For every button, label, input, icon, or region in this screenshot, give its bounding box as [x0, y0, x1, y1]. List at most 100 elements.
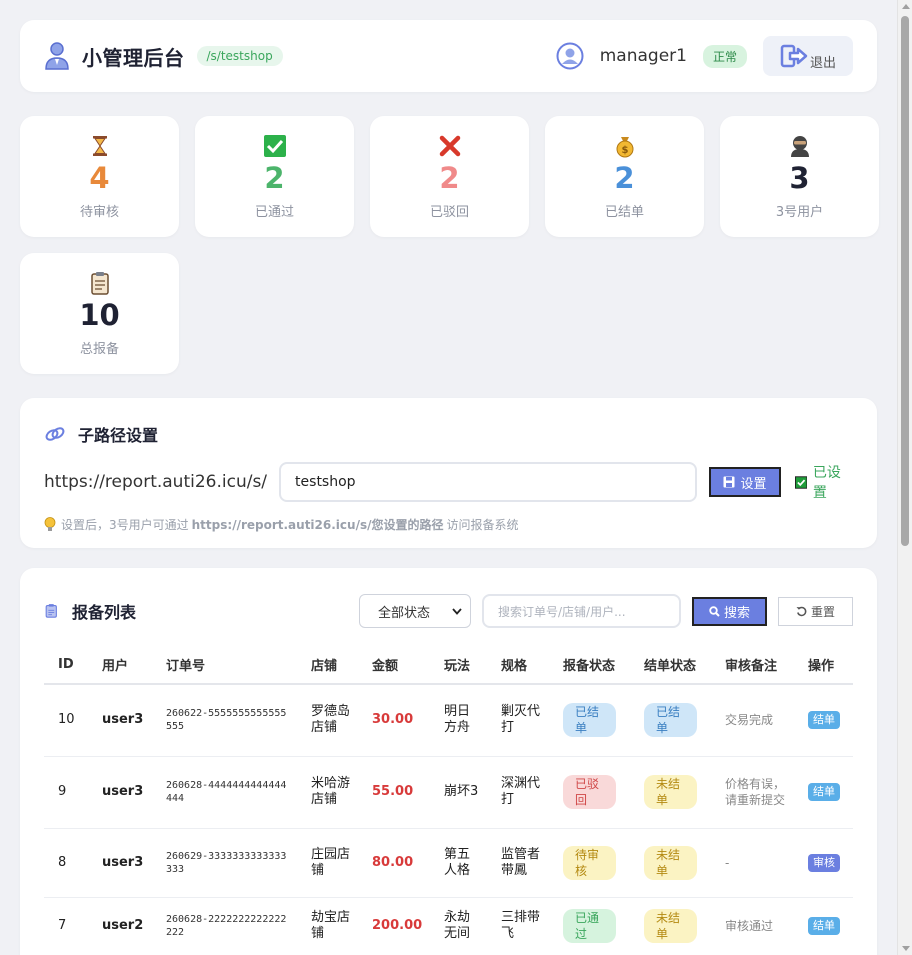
cell-play: 第五人格 [430, 828, 487, 898]
ninja-icon [790, 136, 809, 157]
cell-note: 交易完成 [711, 684, 794, 757]
column-header: 订单号 [152, 646, 297, 685]
subpath-title: 子路径设置 [78, 426, 159, 445]
cell-report-status: 已结单 [549, 684, 630, 757]
money-bag-icon: $ [616, 137, 633, 158]
column-header: ID [44, 646, 88, 685]
stat-label: 总报备 [79, 342, 119, 357]
section-title: 报备列表 [44, 599, 136, 623]
section-title: 子路径设置 [44, 422, 853, 446]
page-scrollbar[interactable] [897, 0, 912, 955]
app-title: 小管理后台 [82, 45, 185, 70]
subpath-tip: 设置后，3号用户可通过 https://report.auti26.icu/s/… [44, 516, 853, 533]
tip-text-before: 设置后，3号用户可通过 [61, 518, 189, 532]
scroll-up-arrow-icon[interactable] [902, 4, 910, 9]
set-button-label: 设置 [740, 476, 767, 492]
search-button-label: 搜索 [723, 605, 750, 621]
column-header: 用户 [88, 646, 152, 685]
reset-button[interactable]: 重置 [778, 596, 853, 626]
search-button[interactable]: 搜索 [692, 596, 767, 626]
cell-order: 260622-5555555555555555 [152, 684, 297, 757]
stat-card-approved: 2 已通过 [195, 116, 354, 237]
cell-amount: 80.00 [358, 828, 430, 898]
set-button[interactable]: 设置 [709, 467, 781, 497]
cell-report-status: 已通过 [549, 897, 630, 955]
scroll-down-arrow-icon[interactable] [902, 946, 910, 951]
cell-user: user2 [88, 897, 152, 955]
cell-id: 10 [44, 684, 88, 757]
column-header: 玩法 [430, 646, 487, 685]
set-status: 已设置 [794, 462, 853, 502]
admin-user-icon [45, 42, 69, 70]
cell-order: 260628-4444444444444444 [152, 756, 297, 829]
list-toolbar: 报备列表 全部状态 搜索订单号/店铺/用户... 搜索 重置 [44, 594, 853, 628]
subpath-input[interactable]: testshop [279, 462, 698, 502]
clipboard-icon [45, 604, 57, 618]
stat-label: 已通过 [254, 205, 294, 220]
close-status-badge: 已结单 [644, 703, 697, 738]
stat-value: 10 [79, 298, 120, 332]
tip-url: https://report.auti26.icu/s/您设置的路径 [191, 518, 444, 532]
report-list-card: 报备列表 全部状态 搜索订单号/店铺/用户... 搜索 重置 ID 用户 订单号… [20, 568, 877, 955]
cell-play: 永劫无间 [430, 897, 487, 955]
clipboard-icon [90, 272, 109, 295]
cell-user: user3 [88, 684, 152, 757]
column-header: 金额 [358, 646, 430, 685]
cell-spec: 三排带飞 [487, 897, 549, 955]
search-input[interactable]: 搜索订单号/店铺/用户... [482, 594, 681, 628]
table-row: 7 user2 260628-2222222222222222 劫宝店铺 200… [44, 897, 853, 955]
column-header: 报备状态 [549, 646, 630, 685]
cell-shop: 罗德岛店铺 [297, 684, 358, 757]
status-filter-select[interactable]: 全部状态 [359, 594, 471, 628]
table-row: 9 user3 260628-4444444444444444 米哈游店铺 55… [44, 756, 853, 829]
checkbox-checked-icon [794, 475, 807, 489]
path-badge: /s/testshop [196, 46, 283, 66]
cell-user: user3 [88, 756, 152, 829]
cell-report-status: 待审核 [549, 828, 630, 898]
close-order-button[interactable]: 结单 [808, 711, 840, 730]
cell-note: 价格有误，请重新提交 [711, 756, 794, 829]
cell-action: 结单 [794, 756, 853, 829]
cell-spec: 深渊代打 [487, 756, 549, 829]
cell-action: 结单 [794, 684, 853, 757]
review-button[interactable]: 审核 [808, 853, 840, 872]
url-prefix: https://report.auti26.icu/s/ [44, 472, 268, 492]
stat-label: 已驳回 [429, 205, 469, 220]
cell-order: 260629-3333333333333333 [152, 828, 297, 898]
cell-close-status: 未结单 [630, 828, 711, 898]
table-header-row: ID 用户 订单号 店铺 金额 玩法 规格 报备状态 结单状态 审核备注 操作 [44, 646, 853, 685]
logout-icon [780, 44, 808, 68]
scrollbar-thumb[interactable] [901, 16, 909, 546]
lightbulb-icon [44, 517, 56, 531]
search-icon [709, 605, 720, 617]
user-avatar-icon [556, 42, 584, 70]
column-header: 操作 [794, 646, 853, 685]
cell-amount: 55.00 [358, 756, 430, 829]
table-row: 10 user3 260622-5555555555555555 罗德岛店铺 3… [44, 684, 853, 757]
hourglass-icon [92, 136, 107, 156]
cell-action: 结单 [794, 897, 853, 955]
stat-label: 3号用户 [775, 205, 824, 220]
close-order-button[interactable]: 结单 [808, 917, 840, 935]
svg-text:$: $ [621, 145, 628, 156]
chevron-down-icon [452, 607, 462, 615]
cell-note: - [711, 828, 794, 898]
table-row: 8 user3 260629-3333333333333333 庄园店铺 80.… [44, 828, 853, 898]
stat-label: 已结单 [604, 205, 644, 220]
logout-button[interactable]: 退出 [763, 36, 853, 76]
reset-button-label: 重置 [810, 604, 835, 619]
close-order-button[interactable]: 结单 [808, 783, 840, 801]
list-title: 报备列表 [72, 603, 137, 622]
cell-user: user3 [88, 828, 152, 898]
cell-play: 崩坏3 [430, 756, 487, 829]
cell-play: 明日方舟 [430, 684, 487, 757]
cell-amount: 200.00 [358, 897, 430, 955]
report-status-badge: 已通过 [563, 909, 616, 943]
cell-id: 9 [44, 756, 88, 829]
check-icon [263, 135, 286, 157]
column-header: 结单状态 [630, 646, 711, 685]
cell-id: 7 [44, 897, 88, 955]
tip-text-after: 访问报备系统 [446, 518, 519, 532]
status-filter-value: 全部状态 [378, 605, 431, 621]
header-user-area: manager1 正常 退出 [556, 36, 853, 76]
